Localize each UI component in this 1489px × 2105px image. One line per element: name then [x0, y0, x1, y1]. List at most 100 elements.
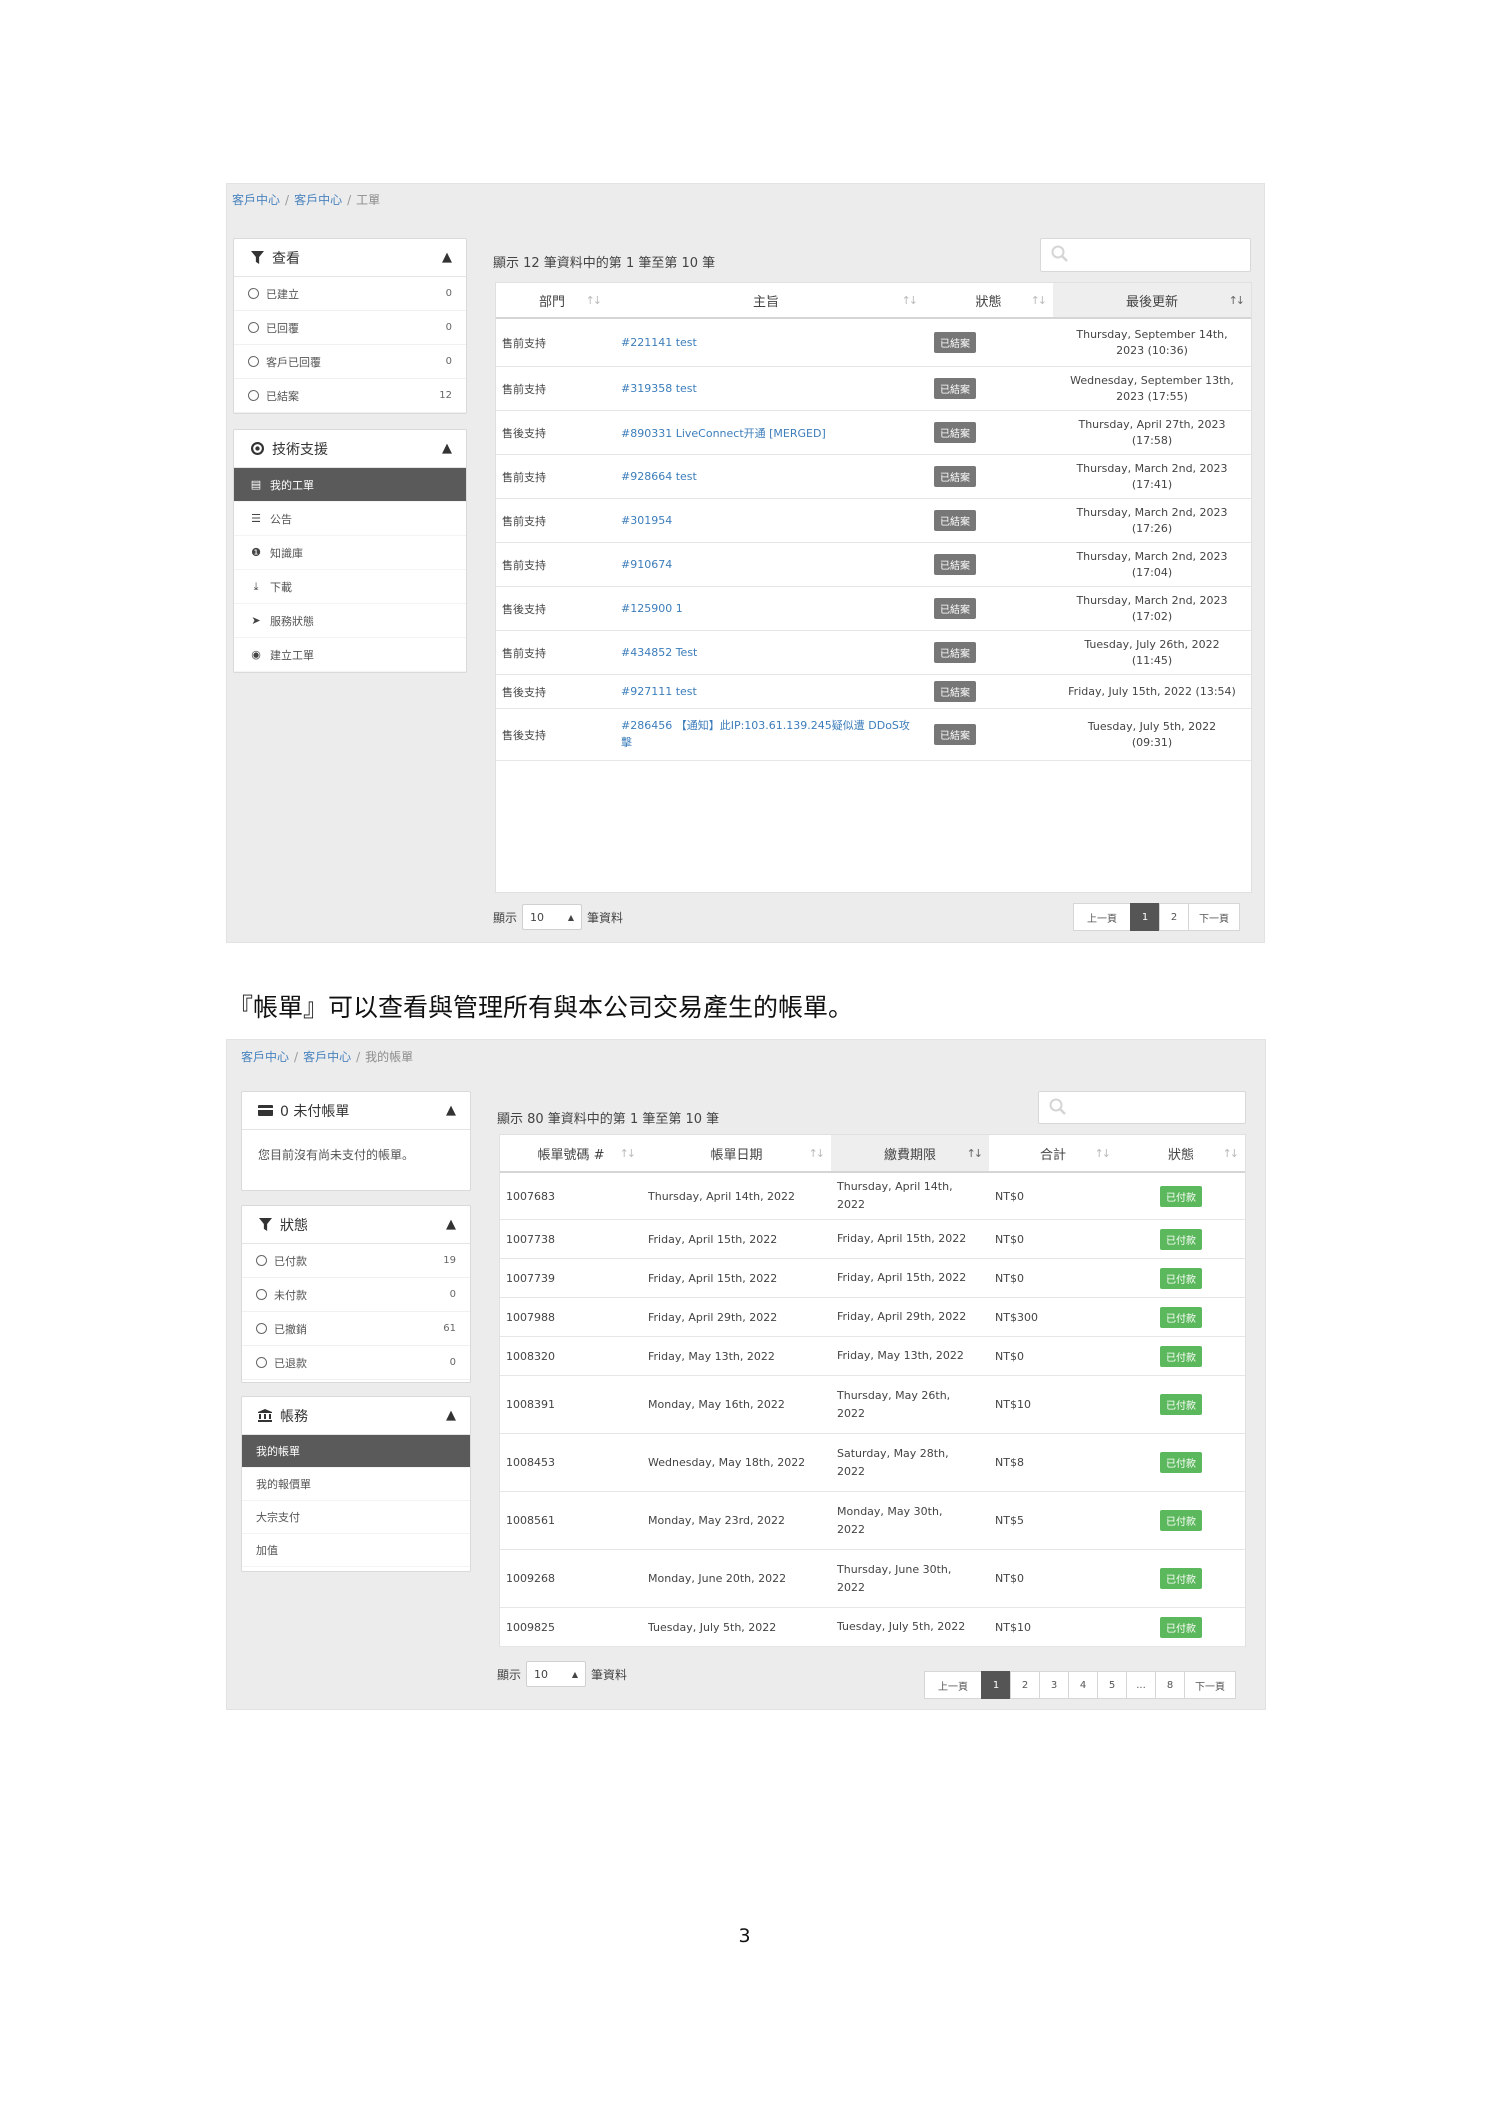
subject-link[interactable]: #434852 Test	[608, 646, 924, 659]
page-button[interactable]: 8	[1155, 1671, 1185, 1699]
chevron-up-icon[interactable]: ▲	[446, 1408, 456, 1423]
page-button[interactable]: 2	[1010, 1671, 1040, 1699]
invoice-number-cell[interactable]: 1008561	[500, 1514, 642, 1527]
page-button[interactable]: 1	[1130, 903, 1160, 931]
table-row[interactable]: 售前支持 #319358 test 已結案 Wednesday, September …	[496, 367, 1251, 411]
invoice-number-cell[interactable]: 1008453	[500, 1456, 642, 1469]
search-input[interactable]	[1040, 238, 1251, 272]
column-header-status[interactable]: 狀態 ↑↓	[1117, 1135, 1245, 1171]
view-filter-header[interactable]: 查看 ▲	[234, 239, 466, 277]
page-button[interactable]: 1	[981, 1671, 1011, 1699]
filter-option[interactable]: 已撤銷 61	[242, 1312, 470, 1346]
support-header[interactable]: 技術支援 ▲	[234, 430, 466, 468]
table-row[interactable]: 1007683 Thursday, April 14th, 2022 Thursda…	[500, 1173, 1245, 1220]
invoice-number-cell[interactable]: 1009825	[500, 1621, 642, 1634]
invoice-number-cell[interactable]: 1007988	[500, 1311, 642, 1324]
nav-open-ticket[interactable]: ◉ 建立工單	[234, 638, 466, 672]
subject-link[interactable]: #301954	[608, 514, 924, 527]
column-header-department[interactable]: 部門 ↑↓	[496, 283, 608, 317]
breadcrumb-link[interactable]: 客戶中心	[241, 1050, 289, 1064]
nav-downloads[interactable]: ⤓ 下載	[234, 570, 466, 604]
radio-icon	[248, 288, 259, 299]
table-row[interactable]: 1008320 Friday, May 13th, 2022 Friday, May…	[500, 1337, 1245, 1376]
table-row[interactable]: 售前支持 #221141 test 已結案 Thursday, September 1…	[496, 319, 1251, 367]
table-row[interactable]: 1008391 Monday, May 16th, 2022 Thursday, M…	[500, 1376, 1245, 1434]
table-row[interactable]: 1009268 Monday, June 20th, 2022 Thursday, …	[500, 1550, 1245, 1608]
chevron-up-icon[interactable]: ▲	[446, 1103, 456, 1118]
subject-link[interactable]: #927111 test	[608, 685, 924, 698]
column-header-total[interactable]: 合計 ↑↓	[989, 1135, 1117, 1171]
table-row[interactable]: 售前支持 #434852 Test 已結案 Tuesday, July 26th, 2…	[496, 631, 1251, 675]
column-header-due-date[interactable]: 繳費期限 ↑↓	[831, 1135, 989, 1171]
table-row[interactable]: 售後支持 #125900 1 已結案 Thursday, March 2nd, 202…	[496, 587, 1251, 631]
column-header-subject[interactable]: 主旨 ↑↓	[608, 283, 924, 317]
table-row[interactable]: 售前支持 #928664 test 已結案 Thursday, March 2nd, …	[496, 455, 1251, 499]
subject-link[interactable]: #910674	[608, 558, 924, 571]
filter-option[interactable]: 已結案 12	[234, 379, 466, 413]
table-row[interactable]: 1009825 Tuesday, July 5th, 2022 Tuesday, J…	[500, 1608, 1245, 1647]
nav-my-invoices[interactable]: 我的帳單	[242, 1435, 470, 1468]
breadcrumb-link[interactable]: 客戶中心	[232, 193, 280, 207]
invoice-number-cell[interactable]: 1008320	[500, 1350, 642, 1363]
nav-my-tickets[interactable]: ▤ 我的工單	[234, 468, 466, 502]
subject-link[interactable]: #221141 test	[608, 336, 924, 349]
filter-option[interactable]: 未付款 0	[242, 1278, 470, 1312]
chevron-up-icon[interactable]: ▲	[442, 441, 452, 456]
filter-option[interactable]: 已回覆 0	[234, 311, 466, 345]
invoice-number-cell[interactable]: 1008391	[500, 1398, 642, 1411]
column-header-last-updated[interactable]: 最後更新 ↑↓	[1053, 283, 1251, 317]
filter-option[interactable]: 已建立 0	[234, 277, 466, 311]
table-row[interactable]: 售前支持 #301954 已結案 Thursday, March 2nd, 2023 (…	[496, 499, 1251, 543]
subject-link[interactable]: #928664 test	[608, 470, 924, 483]
invoice-number-cell[interactable]: 1007739	[500, 1272, 642, 1285]
page-button[interactable]: 2	[1159, 903, 1189, 931]
breadcrumb-link[interactable]: 客戶中心	[294, 193, 342, 207]
breadcrumb-link[interactable]: 客戶中心	[303, 1050, 351, 1064]
nav-mass-payment[interactable]: 大宗支付	[242, 1501, 470, 1534]
page-length-select[interactable]: 10 ▲	[526, 1661, 587, 1687]
table-row[interactable]: 1007739 Friday, April 15th, 2022 Friday, A…	[500, 1259, 1245, 1298]
subject-link[interactable]: #125900 1	[608, 602, 924, 615]
table-row[interactable]: 售後支持 #927111 test 已結案 Friday, July 15th, 20…	[496, 675, 1251, 709]
page-button[interactable]: 4	[1068, 1671, 1098, 1699]
table-row[interactable]: 售後支持 #286456 【通知】此IP:103.61.139.245疑似遭 DD…	[496, 709, 1251, 761]
column-header-status[interactable]: 狀態 ↑↓	[924, 283, 1053, 317]
filter-option[interactable]: 已付款 19	[242, 1244, 470, 1278]
page-button[interactable]: 5	[1097, 1671, 1127, 1699]
nav-service-status[interactable]: ➤ 服務狀態	[234, 604, 466, 638]
search-input[interactable]	[1038, 1091, 1246, 1124]
date-line: Tuesday, July 5th, 2022	[837, 1620, 966, 1634]
subject-link[interactable]: #890331 LiveConnect开通 [MERGED]	[608, 425, 924, 441]
next-page-button[interactable]: 下一頁	[1184, 1671, 1236, 1699]
filter-option[interactable]: 客戶已回覆 0	[234, 345, 466, 379]
invoice-number-cell[interactable]: 1007683	[500, 1190, 642, 1203]
nav-knowledgebase[interactable]: ❶ 知識庫	[234, 536, 466, 570]
table-row[interactable]: 1008561 Monday, May 23rd, 2022 Monday, May…	[500, 1492, 1245, 1550]
column-header-invoice-number[interactable]: 帳單號碼 # ↑↓	[500, 1135, 642, 1171]
previous-page-button[interactable]: 上一頁	[1073, 903, 1131, 931]
chevron-up-icon[interactable]: ▲	[442, 250, 452, 265]
table-row[interactable]: 1007988 Friday, April 29th, 2022 Friday, A…	[500, 1298, 1245, 1337]
invoice-number-cell[interactable]: 1007738	[500, 1233, 642, 1246]
nav-my-quotes[interactable]: 我的報價單	[242, 1468, 470, 1501]
filter-option[interactable]: 已退款 0	[242, 1346, 470, 1380]
table-row[interactable]: 售後支持 #890331 LiveConnect开通 [MERGED] 已結案 Thu…	[496, 411, 1251, 455]
subject-link[interactable]: #286456 【通知】此IP:103.61.139.245疑似遭 DDoS攻擊	[608, 718, 924, 751]
table-row[interactable]: 1007738 Friday, April 15th, 2022 Friday, A…	[500, 1220, 1245, 1259]
subject-link[interactable]: #319358 test	[608, 382, 924, 395]
previous-page-button[interactable]: 上一頁	[924, 1671, 982, 1699]
next-page-button[interactable]: 下一頁	[1188, 903, 1240, 931]
column-header-invoice-date[interactable]: 帳單日期 ↑↓	[642, 1135, 831, 1171]
invoice-number-cell[interactable]: 1009268	[500, 1572, 642, 1585]
unpaid-header[interactable]: 0 未付帳單 ▲	[242, 1092, 470, 1130]
table-row[interactable]: 1008453 Wednesday, May 18th, 2022 Saturday…	[500, 1434, 1245, 1492]
nav-add-funds[interactable]: 加值	[242, 1534, 470, 1567]
billing-header[interactable]: 帳務 ▲	[242, 1397, 470, 1435]
page-button[interactable]: ...	[1126, 1671, 1156, 1699]
nav-announcements[interactable]: ☰ 公告	[234, 502, 466, 536]
chevron-up-icon[interactable]: ▲	[446, 1217, 456, 1232]
table-row[interactable]: 售前支持 #910674 已結案 Thursday, March 2nd, 2023 (…	[496, 543, 1251, 587]
status-header[interactable]: 狀態 ▲	[242, 1206, 470, 1244]
page-length-select[interactable]: 10 ▲	[522, 904, 583, 930]
page-button[interactable]: 3	[1039, 1671, 1069, 1699]
